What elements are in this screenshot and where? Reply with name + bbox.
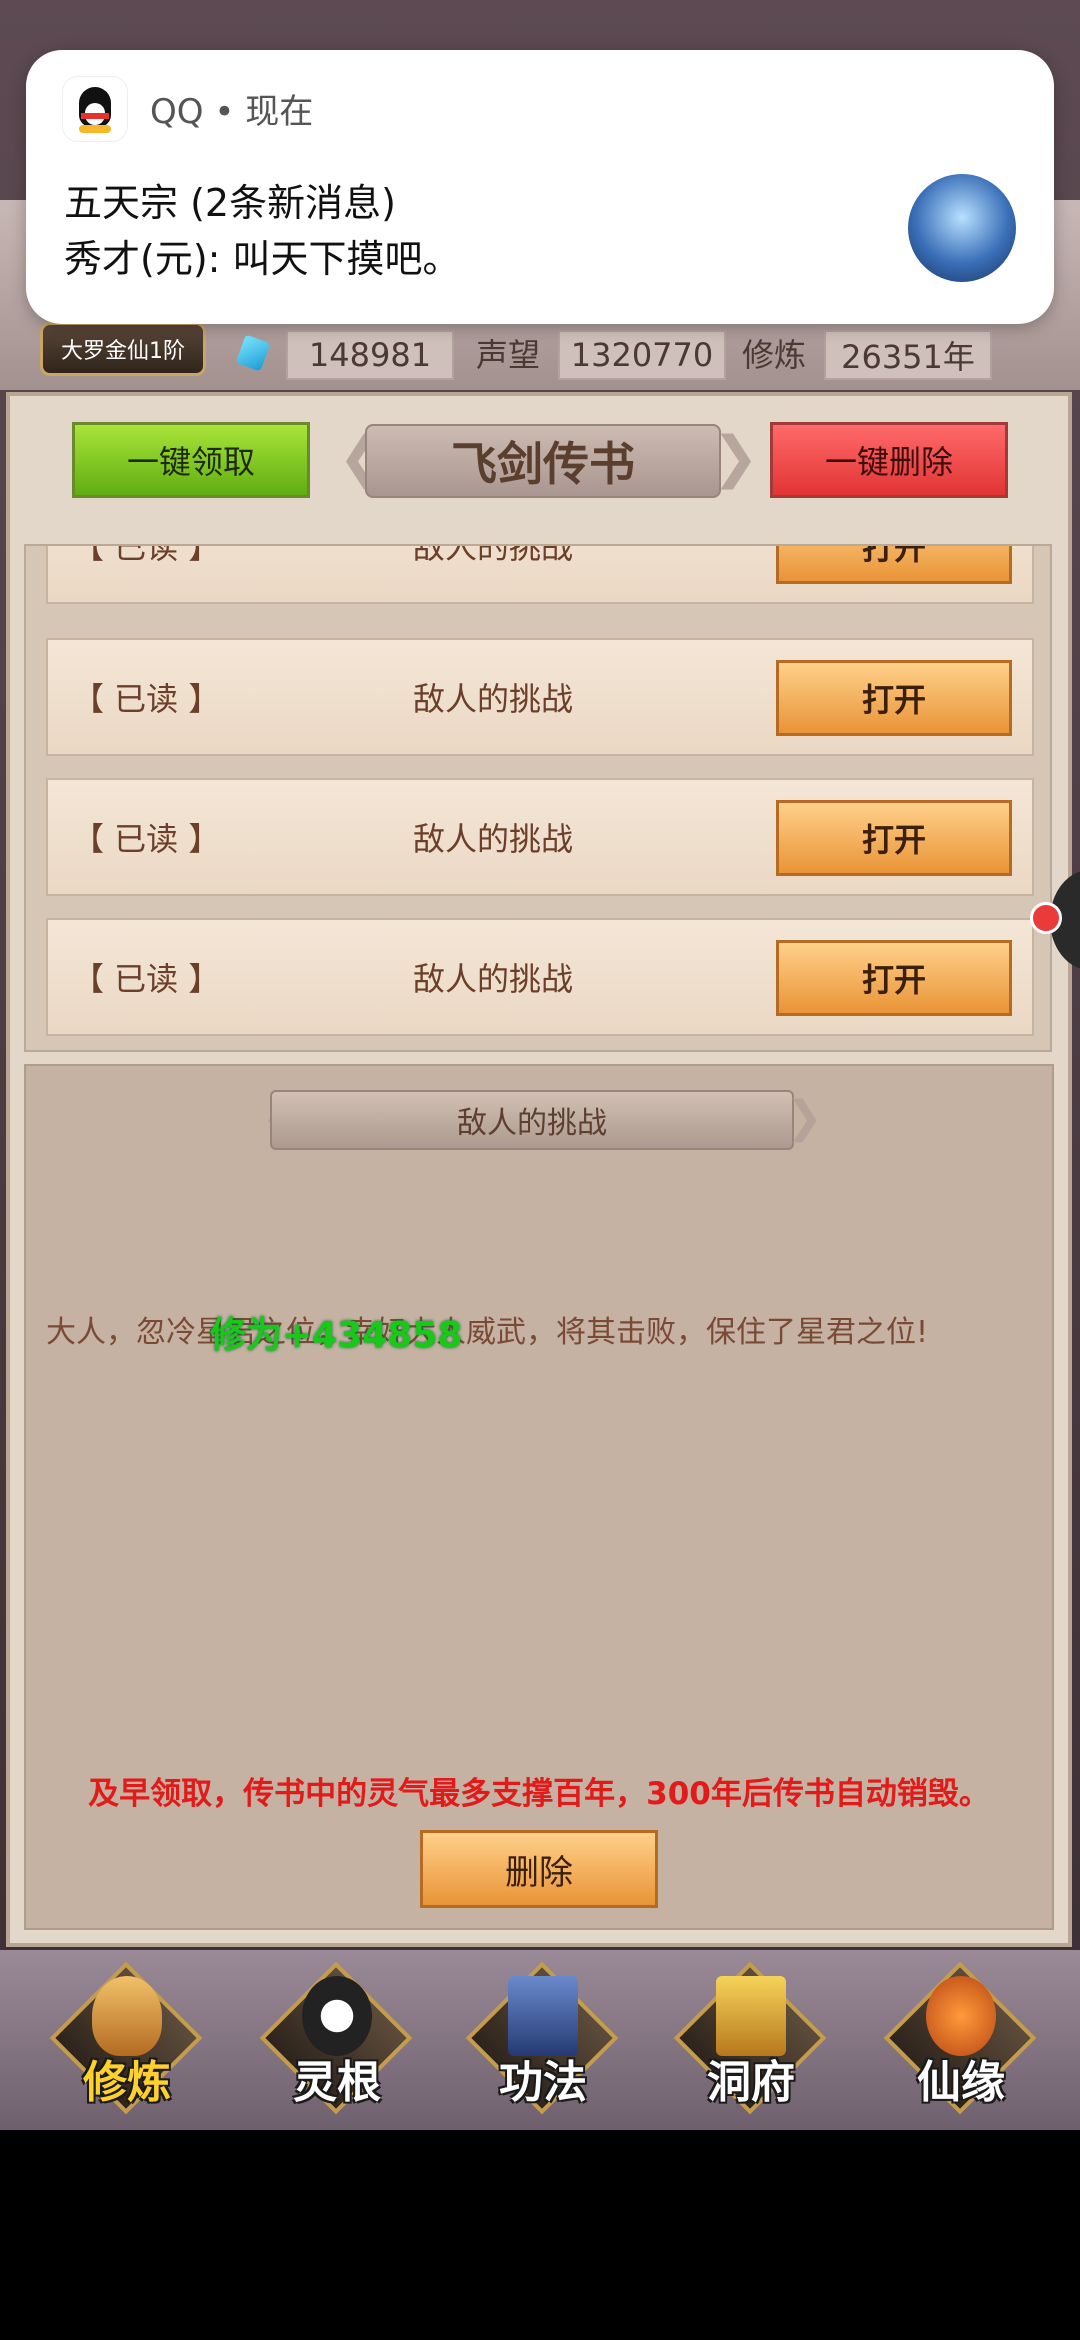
detail-body: 大人，忽冷星君之位，幸好大人威武，将其击败，保住了星君之位! (46, 1315, 929, 1350)
pagoda-icon (716, 1976, 786, 2056)
mail-status: 【 已读 】 (72, 960, 221, 998)
nav-label: 洞府 (707, 2057, 795, 2108)
qq-icon (62, 76, 128, 142)
nav-item-technique[interactable]: 功法 (465, 1961, 619, 2116)
nav-item-fate[interactable]: 仙缘 (883, 1961, 1037, 2116)
open-button[interactable]: 打开 (776, 940, 1012, 1016)
nav-label: 功法 (499, 2057, 587, 2108)
open-button[interactable]: 打开 (776, 800, 1012, 876)
monk-icon (92, 1976, 162, 2056)
taiji-sword-icon (302, 1976, 372, 2056)
chevron-right-icon: ❯ (786, 1092, 823, 1143)
notification-dot (1030, 902, 1062, 934)
mail-title: 敌人的挑战 (412, 820, 573, 858)
mail-status: 【 已读 】 (72, 820, 221, 858)
chevron-right-icon: ❯ (712, 425, 759, 490)
mail-title: 敌人的挑战 (412, 960, 573, 998)
list-item[interactable]: 【 已读 】 敌人的挑战 打开 (46, 778, 1034, 896)
mail-status: 【 已读 】 (72, 544, 221, 566)
nav-label: 修炼 (83, 2057, 171, 2108)
list-item[interactable]: 【 已读 】 敌人的挑战 打开 (46, 544, 1034, 604)
exp-gain-text: 修为+434858 (210, 1315, 463, 1356)
mail-status: 【 已读 】 (72, 680, 221, 718)
notification-app: QQ • 现在 (150, 92, 314, 132)
mail-title: 敌人的挑战 (412, 680, 573, 718)
notification-card[interactable]: QQ • 现在 五天宗 (2条新消息) 秀才(元): 叫天下摸吧。 (26, 50, 1054, 324)
reputation-label: 声望 (476, 336, 541, 374)
notification-message: 秀才(元): 叫天下摸吧。 (64, 237, 461, 281)
list-item[interactable]: 【 已读 】 敌人的挑战 打开 (46, 918, 1034, 1036)
detail-title: 敌人的挑战 (270, 1090, 794, 1150)
cultivation-label: 修炼 (742, 336, 807, 374)
rank-badge: 大罗金仙1阶 (40, 322, 206, 376)
panel-title: 飞剑传书 (365, 424, 721, 498)
list-item[interactable]: 【 已读 】 敌人的挑战 打开 (46, 638, 1034, 756)
nav-label: 仙缘 (917, 2057, 1005, 2108)
mail-title: 敌人的挑战 (412, 544, 573, 566)
expiry-warning: 及早领取，传书中的灵气最多支撑百年，300年后传书自动销毁。 (88, 1776, 990, 1812)
book-icon (508, 1976, 578, 2056)
mail-list[interactable]: 【 已读 】 敌人的挑战 打开 【 已读 】 敌人的挑战 打开 【 已读 】 敌… (24, 544, 1052, 1052)
open-button[interactable]: 打开 (776, 660, 1012, 736)
open-button[interactable]: 打开 (776, 546, 1012, 584)
gems-value: 148981 (286, 330, 454, 380)
cultivation-value: 26351年 (824, 330, 992, 380)
claim-all-button[interactable]: 一键领取 (72, 422, 310, 498)
notification-title: 五天宗 (2条新消息) (64, 181, 396, 225)
reputation-value: 1320770 (558, 330, 726, 380)
delete-button[interactable]: 删除 (420, 1830, 658, 1908)
nav-item-spirit-root[interactable]: 灵根 (259, 1961, 413, 2116)
nav-label: 灵根 (293, 2057, 381, 2108)
gourd-icon (926, 1976, 996, 2056)
avatar (908, 174, 1016, 282)
nav-item-cave[interactable]: 洞府 (673, 1961, 827, 2116)
nav-item-cultivate[interactable]: 修炼 (49, 1961, 203, 2116)
delete-all-button[interactable]: 一键删除 (770, 422, 1008, 498)
